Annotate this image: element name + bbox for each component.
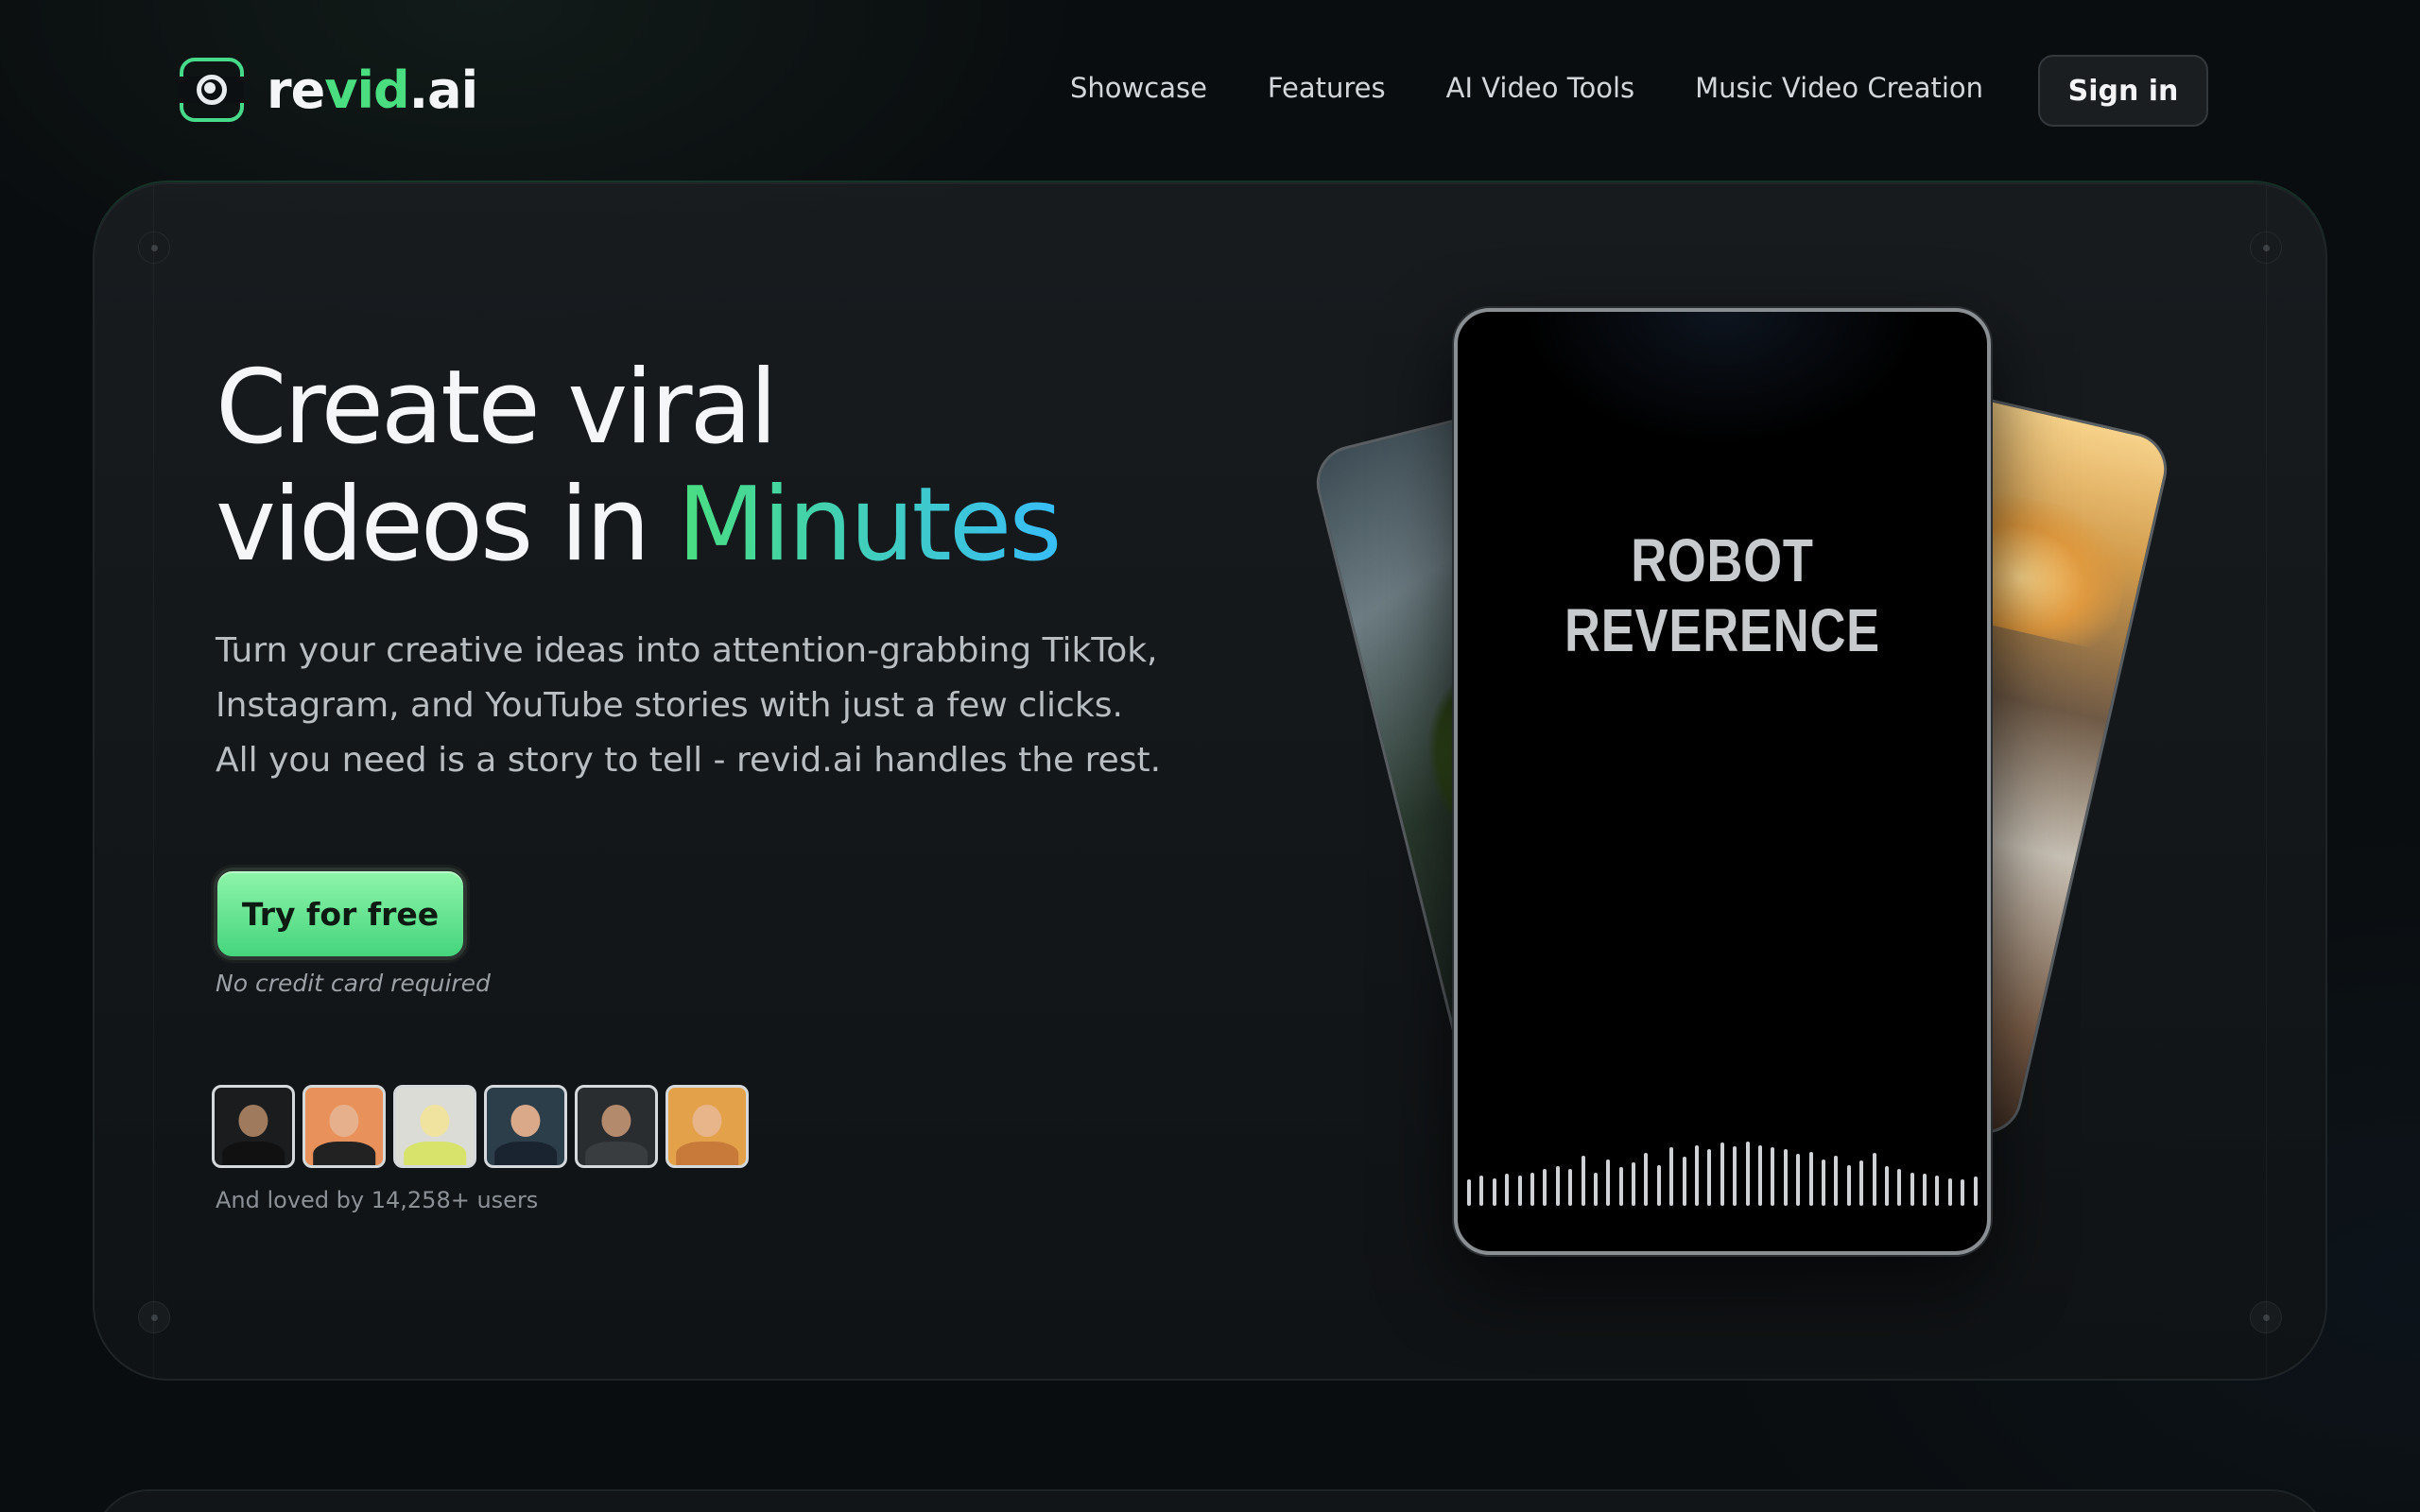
headline-accent: Minutes — [677, 466, 1062, 584]
corner-dot — [2250, 1301, 2282, 1333]
hero-headline: Create viral videos in Minutes — [216, 350, 1161, 584]
waveform-bar — [1859, 1160, 1864, 1206]
waveform-bar — [1606, 1160, 1611, 1206]
waveform-bar — [1923, 1174, 1927, 1206]
nav-link-showcase[interactable]: Showcase — [1040, 72, 1237, 104]
waveform-bar — [1543, 1169, 1547, 1206]
waveform-bar — [1568, 1169, 1573, 1206]
nav-links: Showcase Features AI Video Tools Music V… — [1040, 55, 2014, 121]
waveform-bar — [1783, 1149, 1788, 1206]
waveform-bar — [1632, 1162, 1636, 1206]
nav-link-features[interactable]: Features — [1237, 72, 1416, 104]
avatar-3 — [393, 1085, 476, 1168]
waveform-bar — [1720, 1143, 1724, 1206]
waveform-bar — [1771, 1147, 1775, 1206]
nav-link-ai-video-tools[interactable]: AI Video Tools — [1416, 72, 1666, 104]
headline-line-1: Create viral — [216, 349, 778, 467]
waveform-bar — [1492, 1178, 1496, 1206]
waveform-bar — [1656, 1165, 1661, 1206]
avatar-1 — [212, 1085, 295, 1168]
waveform-bar — [1695, 1145, 1700, 1206]
waveform-bar — [1505, 1174, 1510, 1206]
audio-waveform — [1458, 1121, 1987, 1206]
waveform-bar — [1846, 1165, 1851, 1206]
waveform-bar — [1581, 1156, 1585, 1206]
waveform-bar — [1821, 1160, 1825, 1206]
waveform-bar — [1682, 1157, 1686, 1206]
avatar-6 — [666, 1085, 749, 1168]
next-section-card — [93, 1489, 2327, 1512]
phone-video-preview[interactable]: ROBOT REVERENCE — [1454, 308, 1991, 1255]
waveform-bar — [1669, 1147, 1674, 1206]
try-for-free-button[interactable]: Try for free — [214, 868, 467, 960]
waveform-bar — [1733, 1146, 1737, 1206]
waveform-bar — [1796, 1154, 1801, 1206]
brand-logo[interactable]: revid.ai — [178, 57, 478, 123]
brand-name: revid.ai — [267, 60, 478, 120]
waveform-bar — [1757, 1145, 1762, 1206]
waveform-bar — [1467, 1179, 1471, 1206]
waveform-bar — [1961, 1179, 1965, 1206]
waveform-bar — [1910, 1173, 1914, 1206]
headline-line-2: videos in — [216, 466, 678, 584]
waveform-bar — [1618, 1167, 1623, 1206]
waveform-bar — [1935, 1176, 1940, 1206]
avatar-4 — [484, 1085, 567, 1168]
waveform-bar — [1517, 1176, 1522, 1206]
waveform-bar — [1884, 1166, 1889, 1206]
corner-dot — [2250, 232, 2282, 264]
waveform-bar — [1593, 1173, 1598, 1206]
avatar-2 — [302, 1085, 386, 1168]
user-avatars — [212, 1085, 749, 1168]
social-proof-text: And loved by 14,258+ users — [216, 1187, 539, 1213]
nav-link-music-video-creation[interactable]: Music Video Creation — [1665, 72, 2014, 104]
top-nav: revid.ai Showcase Features AI Video Tool… — [0, 0, 2420, 180]
waveform-bar — [1555, 1166, 1560, 1206]
waveform-bar — [1947, 1178, 1952, 1206]
waveform-bar — [1707, 1149, 1712, 1206]
waveform-bar — [1973, 1177, 1978, 1206]
waveform-bar — [1808, 1152, 1813, 1206]
waveform-bar — [1872, 1153, 1876, 1206]
camera-eye-icon — [178, 58, 244, 122]
video-title: ROBOT REVERENCE — [1564, 526, 1880, 664]
corner-dot — [138, 1301, 170, 1333]
corner-dot — [138, 232, 170, 264]
waveform-bar — [1897, 1169, 1902, 1206]
waveform-bar — [1530, 1173, 1534, 1206]
waveform-bar — [1834, 1156, 1839, 1206]
avatar-5 — [575, 1085, 658, 1168]
sign-in-button[interactable]: Sign in — [2038, 55, 2208, 127]
waveform-bar — [1644, 1153, 1649, 1206]
cta-note: No credit card required — [216, 970, 491, 997]
waveform-bar — [1745, 1142, 1750, 1206]
waveform-bar — [1479, 1176, 1484, 1206]
hero-subtext: Turn your creative ideas into attention-… — [216, 631, 1162, 780]
